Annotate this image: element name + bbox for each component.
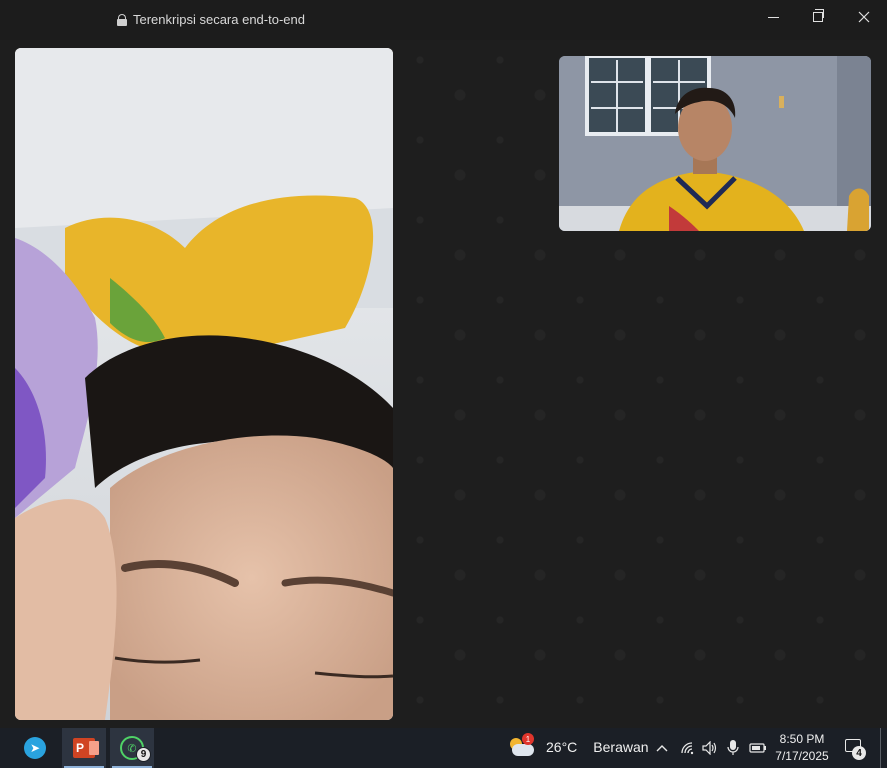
title-bar: Terenkripsi secara end-to-end [0,0,887,40]
partly-cloudy-icon: 1 [508,733,534,758]
minimize-button[interactable] [750,0,796,34]
weather-condition: Berawan [593,739,649,755]
microphone-icon [727,740,739,755]
clock-time: 8:50 PM [779,732,825,746]
taskbar-whatsapp[interactable]: ✆ 9 [110,728,154,768]
show-desktop-edge[interactable] [880,728,881,768]
network-button[interactable] [678,728,698,768]
taskbar-telegram[interactable]: ➤ [13,728,57,768]
power-button[interactable] [748,728,768,768]
weather-widget[interactable]: 1 26°C Berawan [508,733,649,758]
taskbar-powerpoint[interactable]: P [62,728,106,768]
restore-icon [813,9,824,22]
self-video[interactable] [559,56,871,231]
weather-alert-badge: 1 [522,733,534,745]
self-video-frame [559,56,871,231]
show-hidden-icons-button[interactable] [652,728,672,768]
restore-button[interactable] [795,0,841,34]
powerpoint-icon: P [73,738,99,758]
wifi-icon [681,742,694,755]
encryption-notice: Terenkripsi secara end-to-end [117,12,305,27]
taskbar: ➤ P ✆ 9 1 26°C Berawan 8:50 PM 7/17/2025… [0,728,887,768]
volume-button[interactable] [700,728,720,768]
close-button[interactable] [841,0,887,34]
clock-date: 7/17/2025 [775,749,829,763]
chevron-up-icon [656,745,668,752]
temperature: 26°C [546,739,578,755]
encryption-text: Terenkripsi secara end-to-end [133,12,305,27]
speaker-icon [702,741,717,755]
remote-video-frame [15,48,393,720]
microphone-button[interactable] [724,728,742,768]
notification-center-button[interactable]: 4 [842,736,866,760]
lock-icon [117,13,127,26]
close-icon [858,11,870,23]
minimize-icon [767,16,779,18]
whatsapp-badge: 9 [136,747,151,762]
video-call-area [0,40,887,728]
notification-badge: 4 [852,746,866,760]
battery-charging-icon [749,743,766,753]
remote-video[interactable] [15,48,393,720]
telegram-icon: ➤ [24,737,46,759]
taskbar-clock[interactable]: 8:50 PM 7/17/2025 [770,731,834,765]
